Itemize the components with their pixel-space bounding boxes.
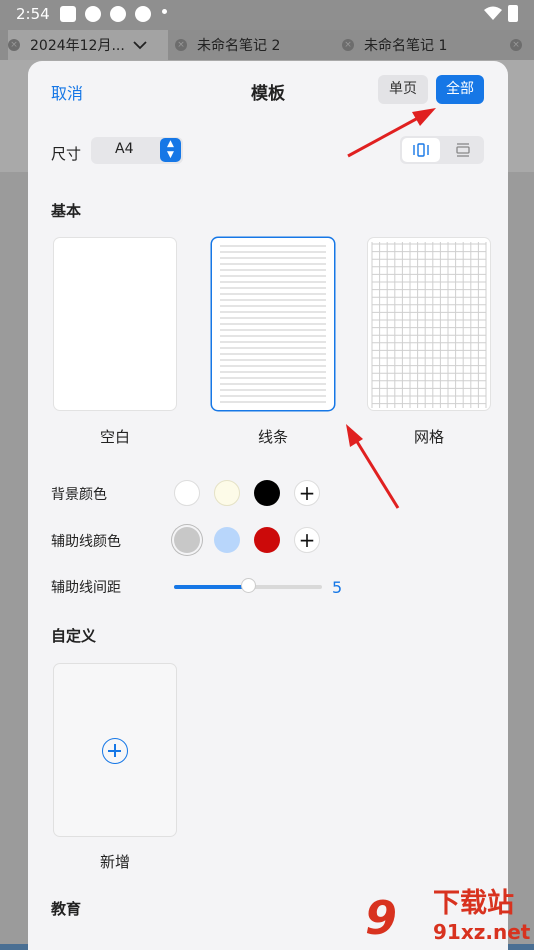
status-bar: 2:54 (0, 0, 534, 30)
tab-document-2[interactable]: × 未命名笔记 2 (175, 30, 330, 60)
app-notification-icon (85, 6, 101, 22)
tab-document-3[interactable]: × 未命名笔记 1 (342, 30, 502, 60)
close-icon[interactable]: × (342, 39, 354, 51)
grid-preview (371, 242, 487, 408)
app-notification-icon (110, 6, 126, 22)
bg-color-cream[interactable] (214, 480, 240, 506)
size-select[interactable]: A4 ▲ ▼ (91, 137, 183, 164)
spacing-slider-fill (174, 585, 248, 589)
tab-label: 2024年12月... (30, 38, 125, 54)
more-notifications-icon (162, 9, 167, 14)
basic-section-title: 基本 (51, 202, 82, 220)
chevron-up-down-icon[interactable]: ▲ ▼ (160, 138, 181, 162)
portrait-option[interactable] (402, 138, 440, 162)
portrait-icon (413, 143, 429, 157)
add-bg-color-button[interactable]: + (294, 480, 320, 506)
close-icon[interactable]: × (175, 39, 187, 51)
bg-color-white[interactable] (174, 480, 200, 506)
spacing-slider-handle[interactable] (241, 578, 256, 593)
template-label: 网格 (413, 428, 444, 446)
single-page-button[interactable]: 单页 (378, 75, 428, 104)
landscape-icon (456, 143, 470, 157)
template-grid[interactable] (368, 238, 490, 410)
new-template-label: 新增 (99, 853, 130, 871)
new-template-button[interactable] (54, 664, 176, 836)
status-time: 2:54 (16, 5, 50, 23)
document-tab-bar: × 2024年12月... × 未命名笔记 2 × 未命名笔记 1 × (0, 30, 534, 60)
template-label: 空白 (99, 428, 130, 446)
orientation-toggle[interactable] (400, 136, 484, 164)
size-label: 尺寸 (51, 145, 82, 163)
all-pages-button[interactable]: 全部 (436, 75, 484, 104)
spacing-label: 辅助线间距 (51, 580, 121, 596)
guide-color-label: 辅助线颜色 (51, 534, 121, 550)
custom-section-title: 自定义 (51, 627, 97, 645)
watermark-logo: 9 (365, 891, 398, 945)
add-circle-icon (102, 738, 128, 764)
template-lined[interactable] (212, 238, 334, 410)
guide-color-gray[interactable] (174, 527, 200, 553)
bg-color-label: 背景颜色 (51, 487, 107, 503)
battery-icon (508, 5, 518, 22)
watermark-text: 下载站 (433, 888, 514, 919)
close-icon[interactable]: × (510, 39, 522, 51)
bg-color-black[interactable] (254, 480, 280, 506)
add-guide-color-button[interactable]: + (294, 527, 320, 553)
tab-document-4[interactable]: × (510, 30, 534, 60)
site-watermark: 9 下载站 91xz.net (365, 888, 534, 950)
landscape-option[interactable] (444, 138, 482, 162)
chevron-down-icon[interactable] (133, 40, 147, 50)
size-value: A4 (115, 141, 134, 157)
spacing-value: 5 (332, 578, 343, 597)
wifi-icon (484, 6, 502, 20)
tab-label: 未命名笔记 2 (197, 38, 281, 54)
template-blank[interactable] (54, 238, 176, 410)
template-label: 线条 (257, 428, 288, 446)
app-notification-icon (135, 6, 151, 22)
watermark-url: 91xz.net (433, 920, 531, 944)
close-icon[interactable]: × (8, 39, 20, 51)
template-dialog: 取消 模板 单页 全部 尺寸 A4 ▲ ▼ 基本 空白 线条 网格 背景颜色 +… (28, 61, 508, 950)
notification-icon (60, 6, 76, 22)
tab-label: 未命名笔记 1 (364, 38, 448, 54)
guide-color-red[interactable] (254, 527, 280, 553)
tab-document-1[interactable]: × 2024年12月... (8, 30, 168, 60)
guide-color-blue[interactable] (214, 527, 240, 553)
education-section-title: 教育 (51, 900, 82, 918)
lined-preview (220, 245, 326, 403)
